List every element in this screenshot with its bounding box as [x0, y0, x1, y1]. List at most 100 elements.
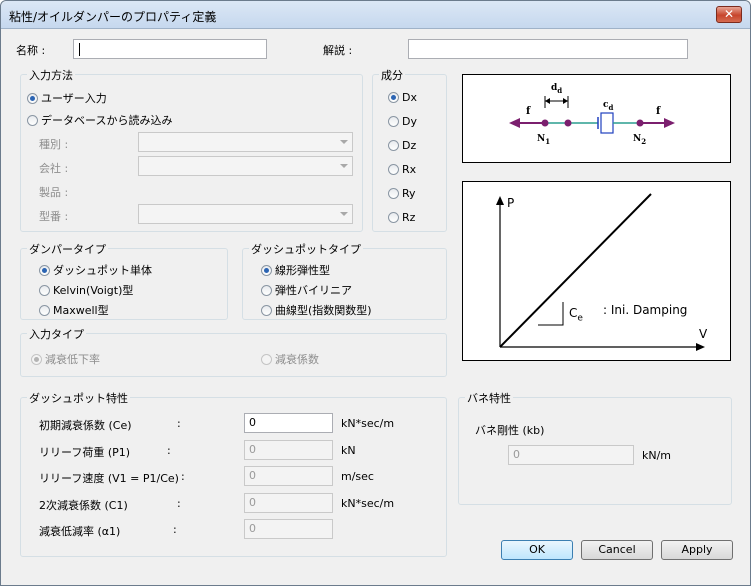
chevron-down-icon: [340, 164, 348, 168]
alpha1-label: 減衰低減率 (α1): [39, 525, 121, 538]
cd-label: cd: [603, 100, 614, 112]
description-label: 解説 :: [323, 44, 353, 57]
radio-button-icon[interactable]: [388, 188, 399, 199]
p1-label: リリーフ荷重 (P1): [39, 446, 131, 459]
v1-input[interactable]: 0: [244, 466, 333, 486]
radio-damping-reduction[interactable]: 減衰低下率: [31, 351, 100, 367]
p1-input[interactable]: 0: [244, 440, 333, 460]
type-select[interactable]: [138, 132, 353, 152]
radio-dx[interactable]: Dx: [388, 91, 417, 104]
c1-input[interactable]: 0: [244, 493, 333, 513]
node-n2: [636, 119, 644, 127]
kb-unit: kN/m: [642, 449, 672, 462]
ce-label: 初期減衰係数 (Ce): [39, 419, 132, 432]
company-label: 会社 :: [39, 162, 69, 175]
dashpot-props-title: ダッシュポット特性: [27, 390, 130, 406]
radio-button-icon[interactable]: [388, 164, 399, 175]
input-method-title: 入力方法: [27, 67, 75, 83]
force-right-label: f: [656, 106, 661, 117]
radio-button-icon[interactable]: [388, 92, 399, 103]
radio-user-input[interactable]: ユーザー入力: [27, 90, 107, 106]
radio-button-icon[interactable]: [261, 305, 272, 316]
radio-button-icon[interactable]: [261, 265, 272, 276]
close-button[interactable]: ✕: [716, 6, 742, 23]
arrow-left-icon: [509, 118, 520, 128]
name-input[interactable]: [73, 39, 267, 59]
c1-label: 2次減衰係数 (C1): [39, 499, 128, 512]
type-label: 種別 :: [39, 138, 69, 151]
radio-ry[interactable]: Ry: [388, 187, 416, 200]
n2-label: N2: [633, 134, 647, 146]
radio-dy[interactable]: Dy: [388, 115, 417, 128]
ce-unit: kN*sec/m: [341, 417, 395, 430]
dashpot-type-title: ダッシュポットタイプ: [249, 241, 363, 257]
kb-input[interactable]: 0: [508, 445, 634, 465]
model-label: 型番 :: [39, 210, 69, 223]
radio-kelvin[interactable]: Kelvin(Voigt)型: [39, 282, 133, 298]
radio-button-icon[interactable]: [388, 212, 399, 223]
pv-graph-panel: P V Ce : Ini. Damping: [462, 181, 731, 361]
radio-rx[interactable]: Rx: [388, 163, 416, 176]
component-title: 成分: [379, 67, 405, 83]
spring-props-title: バネ特性: [465, 390, 513, 406]
force-left-label: f: [526, 106, 531, 117]
radio-curve-exponential[interactable]: 曲線型(指数関数型): [261, 302, 372, 318]
v1-unit: m/sec: [341, 470, 374, 483]
p1-unit: kN: [341, 444, 356, 457]
v-axis-label: V: [699, 327, 708, 341]
ok-button[interactable]: OK: [501, 540, 573, 560]
product-label: 製品 :: [39, 186, 69, 199]
v1-colon: :: [181, 470, 185, 483]
n1-label: N1: [537, 134, 551, 146]
radio-dashpot-only[interactable]: ダッシュポット単体: [39, 262, 152, 278]
ce-colon: :: [177, 417, 181, 430]
damping-line: [499, 193, 652, 348]
damper-type-title: ダンパータイプ: [27, 241, 108, 257]
radio-rz[interactable]: Rz: [388, 211, 415, 224]
radio-dz[interactable]: Dz: [388, 139, 416, 152]
dialog-window: 粘性/オイルダンパーのプロパティ定義 ✕ 名称 : 解説 : 入力方法 ユーザー…: [0, 0, 751, 586]
radio-maxwell[interactable]: Maxwell型: [39, 302, 109, 318]
node-n1: [541, 119, 549, 127]
title-bar: 粘性/オイルダンパーのプロパティ定義 ✕: [1, 1, 750, 29]
node-mid: [564, 119, 572, 127]
model-select[interactable]: [138, 204, 353, 224]
description-input[interactable]: [408, 39, 688, 59]
arrow-right-icon: [696, 343, 705, 351]
radio-damping-coefficient[interactable]: 減衰係数: [261, 351, 319, 367]
radio-button-icon[interactable]: [39, 265, 50, 276]
radio-database[interactable]: データベースから読み込み: [27, 112, 172, 128]
apply-button[interactable]: Apply: [661, 540, 733, 560]
radio-button-icon[interactable]: [388, 116, 399, 127]
c1-unit: kN*sec/m: [341, 497, 395, 510]
radio-button-icon[interactable]: [39, 285, 50, 296]
alpha1-input[interactable]: 0: [244, 519, 333, 539]
v1-label: リリーフ速度 (V1 = P1/Ce): [39, 472, 179, 485]
radio-elastic-bilinear[interactable]: 弾性バイリニア: [261, 282, 352, 298]
arrow-right-icon: [664, 118, 675, 128]
cancel-button[interactable]: Cancel: [581, 540, 653, 560]
radio-linear-elastic[interactable]: 線形弾性型: [261, 262, 330, 278]
damper-cylinder: [600, 112, 614, 134]
radio-button-icon[interactable]: [261, 285, 272, 296]
radio-button-icon[interactable]: [27, 115, 38, 126]
ce-input[interactable]: 0: [244, 413, 333, 433]
c1-colon: :: [177, 497, 181, 510]
radio-button-icon[interactable]: [31, 354, 42, 365]
kb-label: バネ剛性 (kb): [475, 424, 545, 437]
radio-button-icon[interactable]: [39, 305, 50, 316]
chevron-down-icon: [340, 140, 348, 144]
window-title: 粘性/オイルダンパーのプロパティ定義: [9, 10, 217, 24]
radio-button-icon[interactable]: [261, 354, 272, 365]
radio-button-icon[interactable]: [388, 140, 399, 151]
name-label: 名称 :: [16, 44, 46, 57]
pv-graph: [496, 193, 705, 351]
input-type-title: 入力タイプ: [27, 326, 86, 342]
p-axis-label: P: [507, 196, 515, 210]
radio-button-icon[interactable]: [27, 93, 38, 104]
company-select[interactable]: [138, 156, 353, 176]
p1-colon: :: [167, 444, 171, 457]
ini-damping-caption: : Ini. Damping: [603, 303, 688, 317]
chevron-down-icon: [340, 212, 348, 216]
text-caret: [79, 43, 80, 56]
